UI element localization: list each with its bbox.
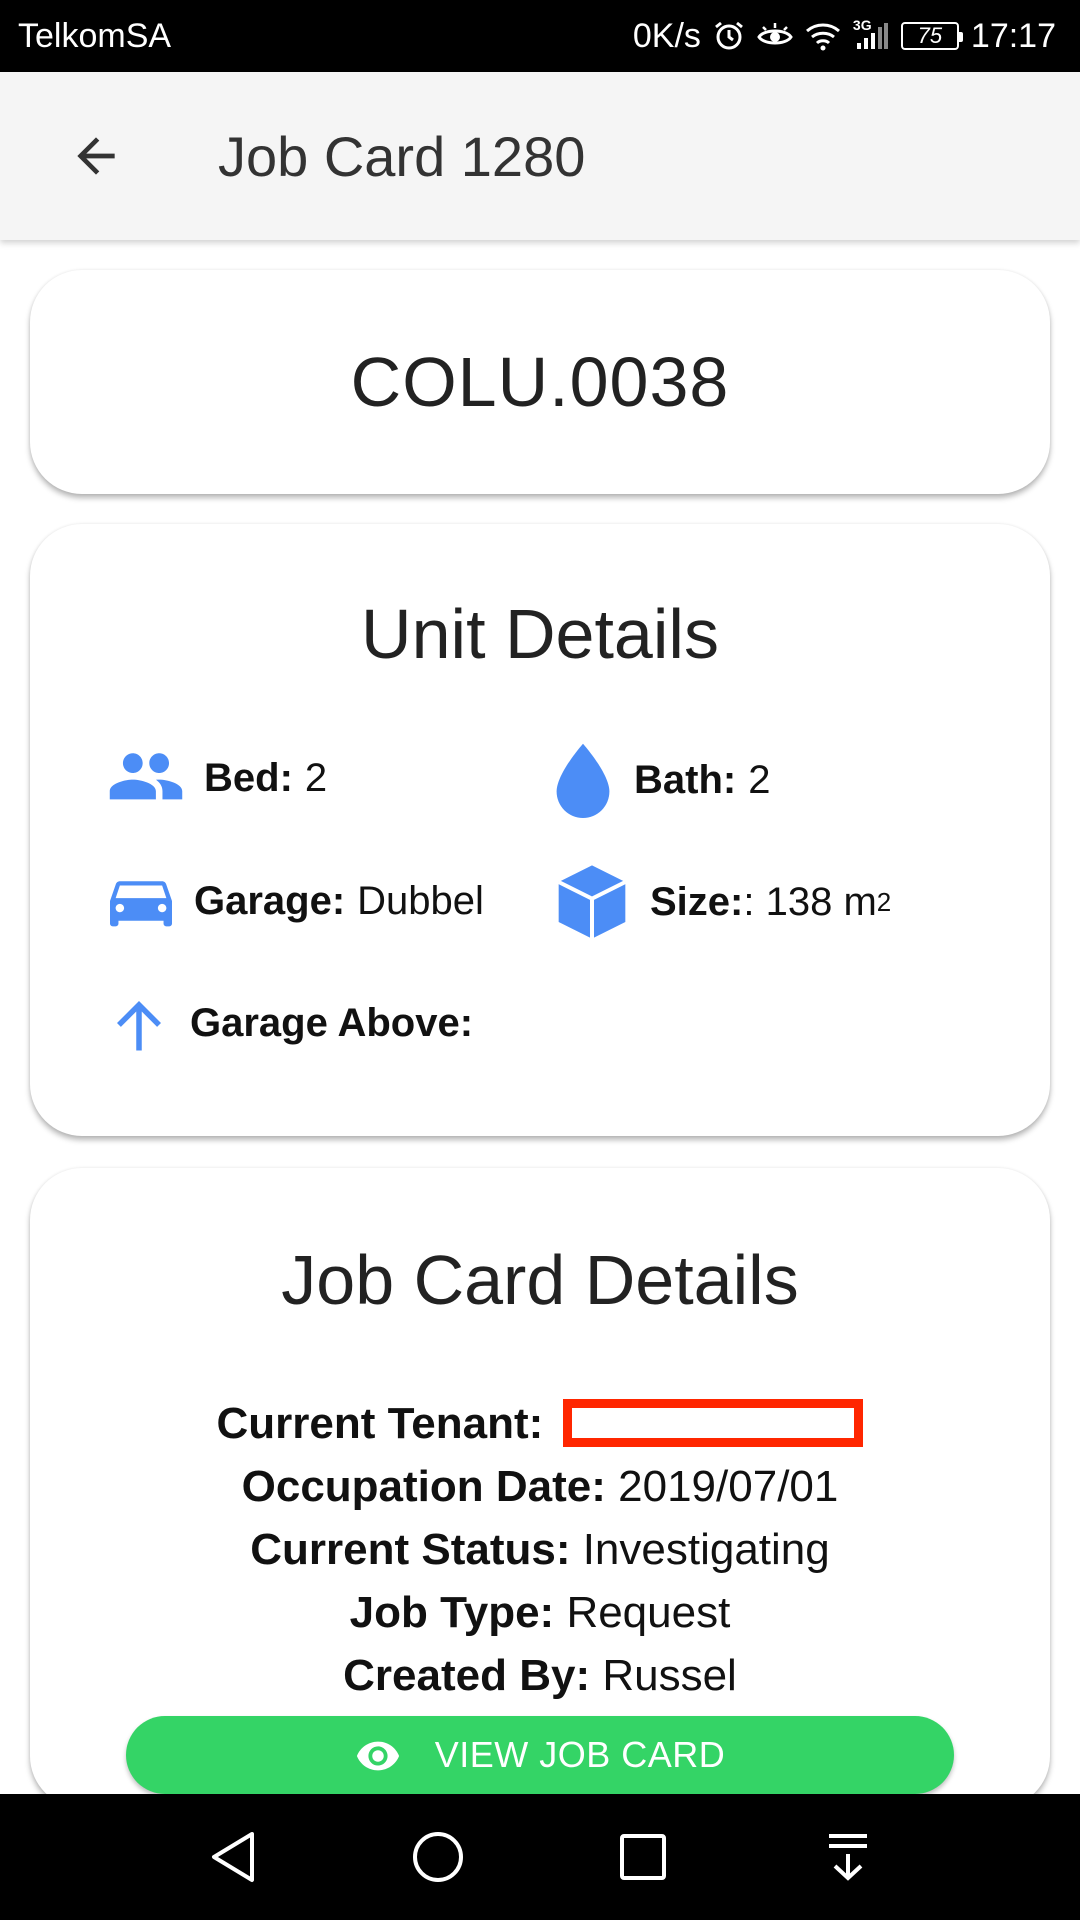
occupation-date-label: Occupation Date:: [241, 1462, 606, 1511]
job-card-details-card: Job Card Details Current Tenant: Occupat…: [30, 1168, 1050, 1808]
redacted-tenant-name: [563, 1399, 864, 1448]
page-title: Job Card 1280: [218, 124, 586, 188]
eye-icon: [355, 1739, 401, 1771]
current-tenant-row: Current Tenant:: [30, 1392, 1050, 1455]
job-type-row: Job Type: Request: [30, 1581, 1050, 1644]
job-type-value: Request: [566, 1588, 731, 1637]
job-card-details-heading: Job Card Details: [281, 1241, 799, 1319]
cube-icon: [552, 862, 632, 942]
car-icon: [106, 870, 176, 932]
water-drop-icon: [550, 740, 616, 820]
arrow-up-icon: [106, 990, 172, 1056]
back-button[interactable]: [48, 108, 144, 204]
people-icon: [106, 750, 186, 806]
created-by-value: Russel: [602, 1651, 737, 1700]
net-speed: 0K/s: [632, 16, 701, 55]
back-triangle-icon: [211, 1832, 254, 1882]
view-job-card-label: VIEW JOB CARD: [434, 1734, 726, 1775]
job-card-info: Current Tenant: Occupation Date: 2019/07…: [30, 1392, 1050, 1707]
garage-label: Garage:: [194, 878, 346, 923]
battery-icon: 75: [900, 22, 963, 50]
garage-above-detail: Garage Above:: [106, 990, 485, 1056]
battery-level: 75: [917, 23, 943, 48]
garage-above-label: Garage Above:: [190, 1000, 474, 1045]
bath-detail: Bath: 2: [550, 740, 770, 820]
unit-code-card: COLU.0038: [30, 270, 1050, 494]
home-circle-icon: [412, 1832, 463, 1882]
current-status-row: Current Status: Investigating: [30, 1518, 1050, 1581]
wifi-icon: [805, 21, 841, 51]
size-value: : 138 m: [743, 879, 877, 924]
recents-square-icon: [619, 1834, 666, 1880]
signal-icon: 3G: [853, 17, 889, 51]
eye-comfort-icon: [757, 21, 793, 51]
clock: 17:17: [970, 16, 1056, 55]
garage-value: Dubbel: [357, 878, 484, 923]
status-bar: TelkomSA 0K/s 3G 75 17:17: [0, 0, 1080, 72]
arrow-back-icon: [77, 137, 115, 175]
carrier-name: TelkomSA: [18, 16, 172, 55]
created-by-row: Created By: Russel: [30, 1644, 1050, 1707]
nav-notification-button[interactable]: [803, 1812, 893, 1902]
bath-label: Bath:: [634, 757, 737, 802]
app-bar: Job Card 1280: [0, 72, 1080, 240]
occupation-date-row: Occupation Date: 2019/07/01: [30, 1455, 1050, 1518]
current-tenant-label: Current Tenant:: [216, 1399, 544, 1448]
system-nav-bar: [0, 1794, 1080, 1920]
unit-code: COLU.0038: [350, 343, 730, 421]
status-indicators: 0K/s 3G 75 17:17: [633, 17, 1056, 56]
unit-details-heading: Unit Details: [361, 595, 719, 673]
size-label: Size:: [650, 879, 744, 924]
nav-recents-button[interactable]: [598, 1812, 688, 1902]
occupation-date-value: 2019/07/01: [618, 1462, 839, 1511]
job-type-label: Job Type:: [349, 1588, 555, 1637]
bed-label: Bed:: [204, 755, 293, 800]
bed-value: 2: [304, 755, 328, 800]
current-status-label: Current Status:: [250, 1525, 571, 1574]
unit-details-card: Unit Details Bed: 2 Bath: 2 Garage: Dubb…: [30, 524, 1050, 1136]
nav-back-button[interactable]: [188, 1812, 278, 1902]
size-detail: Size: : 138 m2: [552, 862, 891, 942]
notification-pulldown-icon: [828, 1834, 867, 1881]
view-job-card-button[interactable]: VIEW JOB CARD: [126, 1716, 954, 1794]
created-by-label: Created By:: [343, 1651, 591, 1700]
nav-home-button[interactable]: [393, 1812, 483, 1902]
bed-detail: Bed: 2: [106, 750, 327, 806]
alarm-icon: [713, 20, 745, 52]
garage-detail: Garage: Dubbel: [106, 870, 484, 932]
current-status-value: Investigating: [582, 1525, 830, 1574]
bath-value: 2: [748, 757, 771, 802]
network-type: 3G: [852, 17, 872, 33]
